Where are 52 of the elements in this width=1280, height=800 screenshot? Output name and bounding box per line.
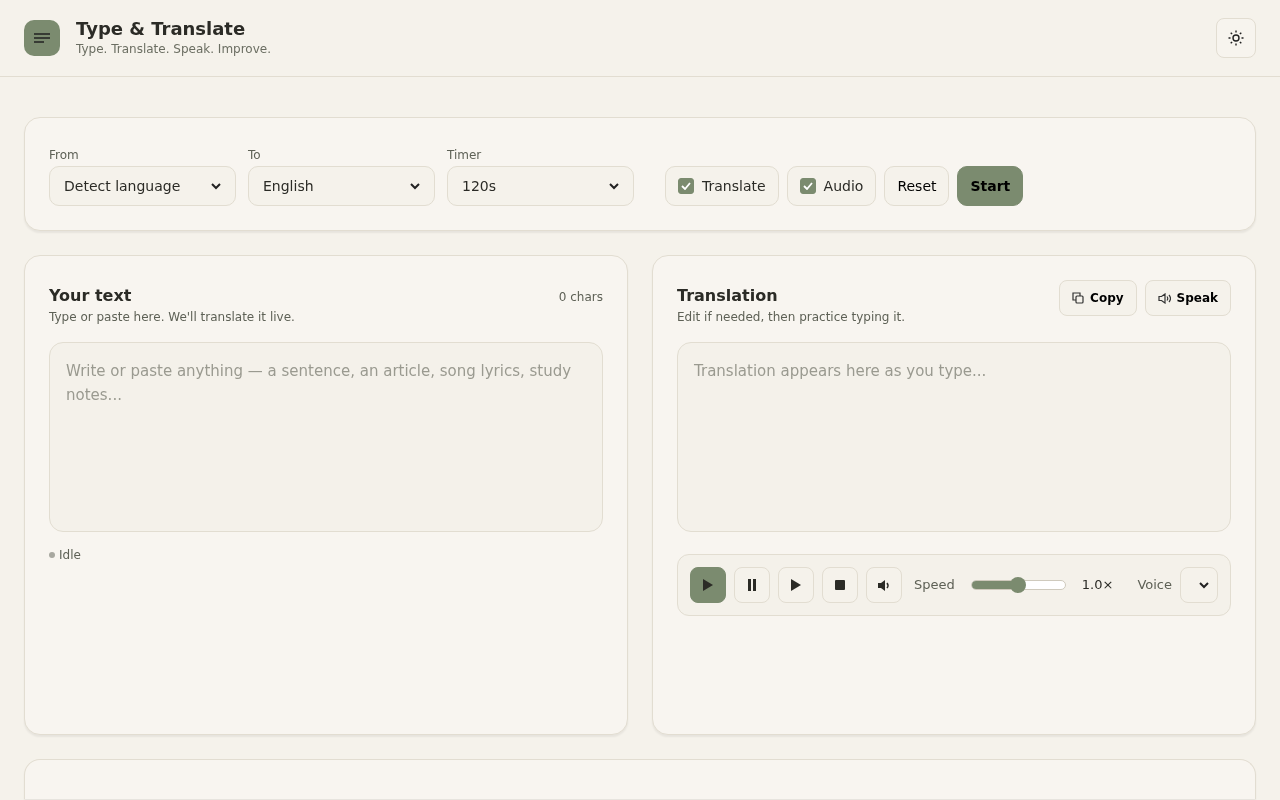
speed-label: Speed [914,576,955,595]
panel-subtitle: Type or paste here. We'll translate it live. [49,309,295,326]
checkbox[interactable] [678,178,694,194]
check-icon [802,182,813,190]
app-subtitle: Type. Translate. Speak. Improve. [76,40,271,58]
checkbox-label: Audio [823,176,864,196]
dropdown[interactable]: Detect language [49,166,236,206]
translation-field[interactable]: Translation appears here as you type... [677,342,1231,532]
checkbox-label: Translate [702,176,766,196]
panel-subtitle: Edit if needed, then practice typing it. [677,309,906,326]
stop-icon [835,580,845,590]
reset-button[interactable]: Reset [884,166,950,206]
pause-icon [748,579,756,591]
field-label: From [49,147,80,164]
chevron-icon [211,182,221,190]
play-icon [791,579,801,591]
speak-button[interactable]: Speak [1144,280,1231,316]
checkbox-toggle[interactable]: Audio [786,166,877,206]
speed-slider[interactable] [970,580,1066,590]
pause-button[interactable] [734,567,770,603]
checkbox-toggle[interactable]: Translate [665,166,779,206]
speaker-icon [1157,292,1171,304]
copy-icon [1072,292,1085,304]
chevron-icon [609,182,619,190]
status-text: Idle [59,547,81,564]
resume-button[interactable] [778,567,814,603]
voice-label: Voice [1137,576,1172,595]
play-button[interactable] [690,567,726,603]
theme-toggle-button[interactable] [1216,18,1256,58]
stop-button[interactable] [822,567,858,603]
checkbox[interactable] [799,178,816,194]
sun-icon [1228,30,1244,46]
char-count: 0 chars [558,289,603,306]
dropdown[interactable]: English [248,166,435,206]
play-icon [703,579,713,591]
chevron-icon [1199,581,1209,589]
start-button[interactable]: Start [957,166,1024,206]
speed-value: 1.0× [1081,576,1114,595]
status-dot [49,552,55,558]
chevron-icon [410,182,420,190]
menu-icon[interactable] [24,20,60,56]
panel-title: Translation [677,285,779,307]
field-label: Timer [447,147,483,164]
dropdown[interactable]: 120s [447,166,634,206]
field-label: To [248,147,262,164]
app-title: Type & Translate [76,18,247,40]
check-icon [681,182,691,190]
speaker-icon [878,579,890,591]
copy-button[interactable]: Copy [1059,280,1137,316]
text-input[interactable]: Write or paste anything — a sentence, an article, song lyrics, study notes... [49,342,603,532]
panel-title: Your text [49,285,133,307]
volume-button[interactable] [866,567,902,603]
